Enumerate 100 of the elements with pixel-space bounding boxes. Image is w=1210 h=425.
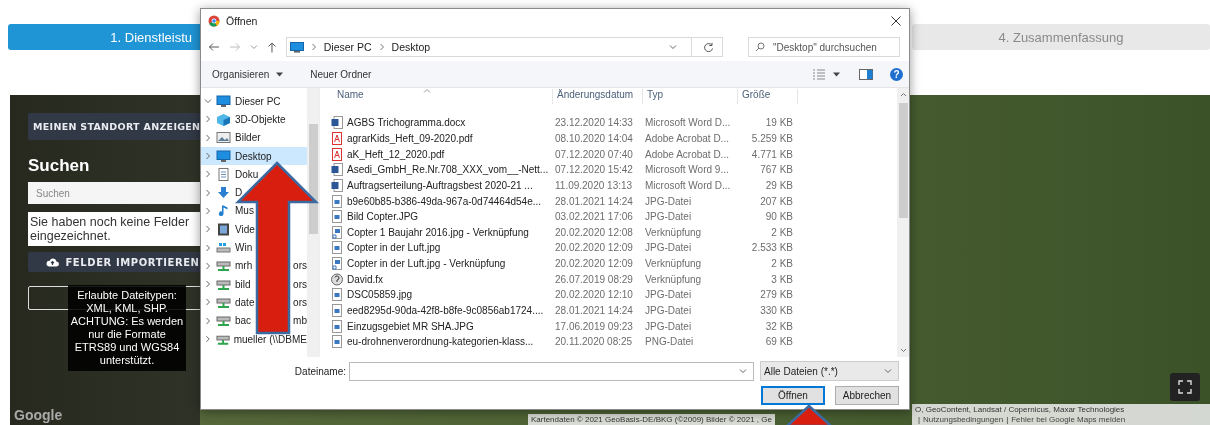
- view-list-icon[interactable]: [812, 68, 826, 80]
- address-bar[interactable]: Dieser PC Desktop: [285, 37, 723, 57]
- file-date: 26.07.2019 08:29: [554, 273, 634, 285]
- file-type: Microsoft Word 9...: [644, 164, 730, 176]
- folder-tree-item[interactable]: 3D-Objekte: [235, 113, 286, 125]
- preview-pane-icon[interactable]: [859, 68, 873, 80]
- filename-field[interactable]: [349, 361, 754, 381]
- chevron-right-icon[interactable]: [204, 225, 212, 234]
- search-heading: Suchen: [28, 156, 90, 176]
- chevron-right-icon[interactable]: [204, 206, 212, 215]
- file-icon: [331, 272, 343, 286]
- chevron-right-icon[interactable]: [204, 243, 212, 252]
- chevron-right-icon[interactable]: [204, 152, 212, 161]
- file-name[interactable]: Copter in der Luft.jpg: [347, 242, 553, 254]
- file-name[interactable]: David.fx: [347, 273, 553, 285]
- file-name[interactable]: DSC05859.jpg: [347, 289, 553, 301]
- help-button[interactable]: ?: [890, 67, 903, 81]
- new-folder-button[interactable]: Neuer Ordner: [310, 68, 372, 80]
- scroll-down-icon[interactable]: [899, 348, 907, 353]
- chevron-right-icon[interactable]: [204, 115, 212, 124]
- folder-tree-item[interactable]: bac: [235, 315, 252, 327]
- folder-tree-item[interactable]: D: [235, 187, 243, 199]
- file-name[interactable]: aK_Heft_12_2020.pdf: [347, 148, 553, 160]
- chevron-right-icon[interactable]: [204, 335, 212, 343]
- up-arrow-icon[interactable]: [266, 41, 277, 53]
- folder-tree-item[interactable]: Win: [235, 242, 253, 253]
- file-name[interactable]: eu-drohnenverordnung-kategorien-klass...: [347, 336, 553, 348]
- file-size: 29 KB: [764, 179, 793, 191]
- map-link[interactable]: Fehler bei Google Maps melden: [1011, 414, 1126, 424]
- sort-caret-icon: [423, 88, 431, 93]
- breadcrumb-item[interactable]: Desktop: [391, 41, 431, 53]
- column-header[interactable]: Änderungsdatum: [553, 89, 643, 104]
- chevron-right-icon[interactable]: [204, 188, 212, 197]
- file-type: PNG-Datei: [644, 336, 695, 348]
- back-arrow-icon[interactable]: [208, 42, 220, 52]
- organize-menu[interactable]: Organisieren: [212, 68, 270, 80]
- chevron-down-icon[interactable]: [204, 97, 212, 106]
- file-size: 330 KB: [759, 305, 793, 316]
- refresh-icon[interactable]: [703, 41, 714, 53]
- caret-icon[interactable]: [833, 71, 840, 77]
- file-type-dropdown[interactable]: Alle Dateien (*.*): [760, 361, 899, 381]
- chevron-right-icon[interactable]: [204, 298, 212, 307]
- file-name[interactable]: AGBS Trichogramma.docx: [347, 117, 553, 129]
- image-file-icon: [331, 210, 343, 224]
- folder-tree-item[interactable]: Vide: [235, 223, 255, 235]
- folder-tree-item[interactable]: date: [235, 296, 255, 308]
- image-file-icon: [331, 194, 343, 208]
- scroll-up-icon[interactable]: [899, 92, 907, 97]
- dialog-button[interactable]: Öffnen: [761, 386, 825, 405]
- scrollbar[interactable]: [307, 88, 319, 357]
- folder-tree-item[interactable]: Doku: [235, 168, 259, 180]
- search-field[interactable]: "Desktop" durchsuchen: [748, 37, 900, 57]
- file-name[interactable]: Copter in der Luft.jpg - Verknüpfung: [347, 258, 553, 270]
- chevron-right-icon[interactable]: [204, 133, 212, 142]
- chevron-right-icon[interactable]: [204, 280, 212, 289]
- column-header[interactable]: Name: [331, 89, 553, 104]
- folder-tree-item[interactable]: mueller (\\DBME: [233, 333, 307, 345]
- column-header[interactable]: Größe: [738, 89, 798, 104]
- file-name[interactable]: Bild Copter.JPG: [347, 211, 553, 223]
- caret-icon[interactable]: [276, 71, 284, 77]
- folder-tree-item[interactable]: mrh: [235, 260, 253, 272]
- breadcrumb-item[interactable]: Dieser PC: [323, 41, 372, 53]
- folder-tree-item[interactable]: Mus: [235, 205, 254, 217]
- file-name[interactable]: b9e60b85-b386-49da-967a-0d74464d54e...: [347, 195, 553, 207]
- column-header[interactable]: Typ: [643, 89, 738, 104]
- image-file-icon: [331, 288, 343, 302]
- file-name[interactable]: Copter 1 Baujahr 2016.jpg - Verknüpfung: [347, 226, 553, 238]
- chevron-down-icon[interactable]: [249, 44, 258, 50]
- file-type: JPG-Datei: [644, 289, 693, 301]
- dialog-button[interactable]: Abbrechen: [835, 386, 899, 405]
- file-size: 279 KB: [759, 289, 793, 301]
- folder-tree-item[interactable]: mb: [293, 315, 307, 327]
- file-size: 90 KB: [764, 211, 793, 223]
- map-link[interactable]: Nutzungsbedingungen: [923, 414, 1004, 424]
- file-type: Verknüpfung: [644, 258, 703, 270]
- fullscreen-button[interactable]: [1170, 373, 1200, 401]
- map-logo: Google: [14, 407, 63, 423]
- chevron-down-icon[interactable]: [669, 44, 677, 50]
- file-name[interactable]: Einzugsgebiet MR SHA.JPG: [347, 320, 553, 332]
- chevron-down-icon[interactable]: [739, 368, 747, 374]
- folder-tree-item[interactable]: ors: [293, 260, 307, 272]
- folder-tree-item[interactable]: ors: [293, 296, 307, 308]
- dialog-title: Öffnen: [226, 15, 259, 27]
- forward-arrow-icon[interactable]: [228, 42, 241, 52]
- chevron-right-icon[interactable]: [204, 170, 212, 179]
- file-type: Adobe Acrobat D...: [644, 132, 730, 144]
- file-name[interactable]: agrarKids_Heft_09-2020.pdf: [347, 132, 553, 144]
- folder-tree-item[interactable]: Bilder: [235, 132, 261, 144]
- file-date: 17.06.2019 09:23: [554, 320, 634, 332]
- scrollbar[interactable]: [897, 88, 909, 357]
- folder-tree-item[interactable]: ors: [293, 278, 307, 290]
- chevron-down-icon[interactable]: [884, 368, 892, 374]
- file-name[interactable]: eed8295d-90da-42f8-b8fe-9c0856ab1724....: [347, 305, 553, 316]
- folder-tree-item[interactable]: bild: [235, 278, 251, 290]
- close-icon[interactable]: [891, 16, 901, 26]
- chevron-right-icon[interactable]: [204, 316, 212, 325]
- file-name[interactable]: Auftragserteilung-Auftragsbest 2020-21 ...: [347, 179, 553, 191]
- folder-tree-item[interactable]: Dieser PC: [235, 95, 281, 107]
- file-name[interactable]: Asedi_GmbH_Re.Nr.708_XXX_vom__-Nett...: [347, 164, 553, 176]
- chevron-right-icon[interactable]: [204, 261, 212, 270]
